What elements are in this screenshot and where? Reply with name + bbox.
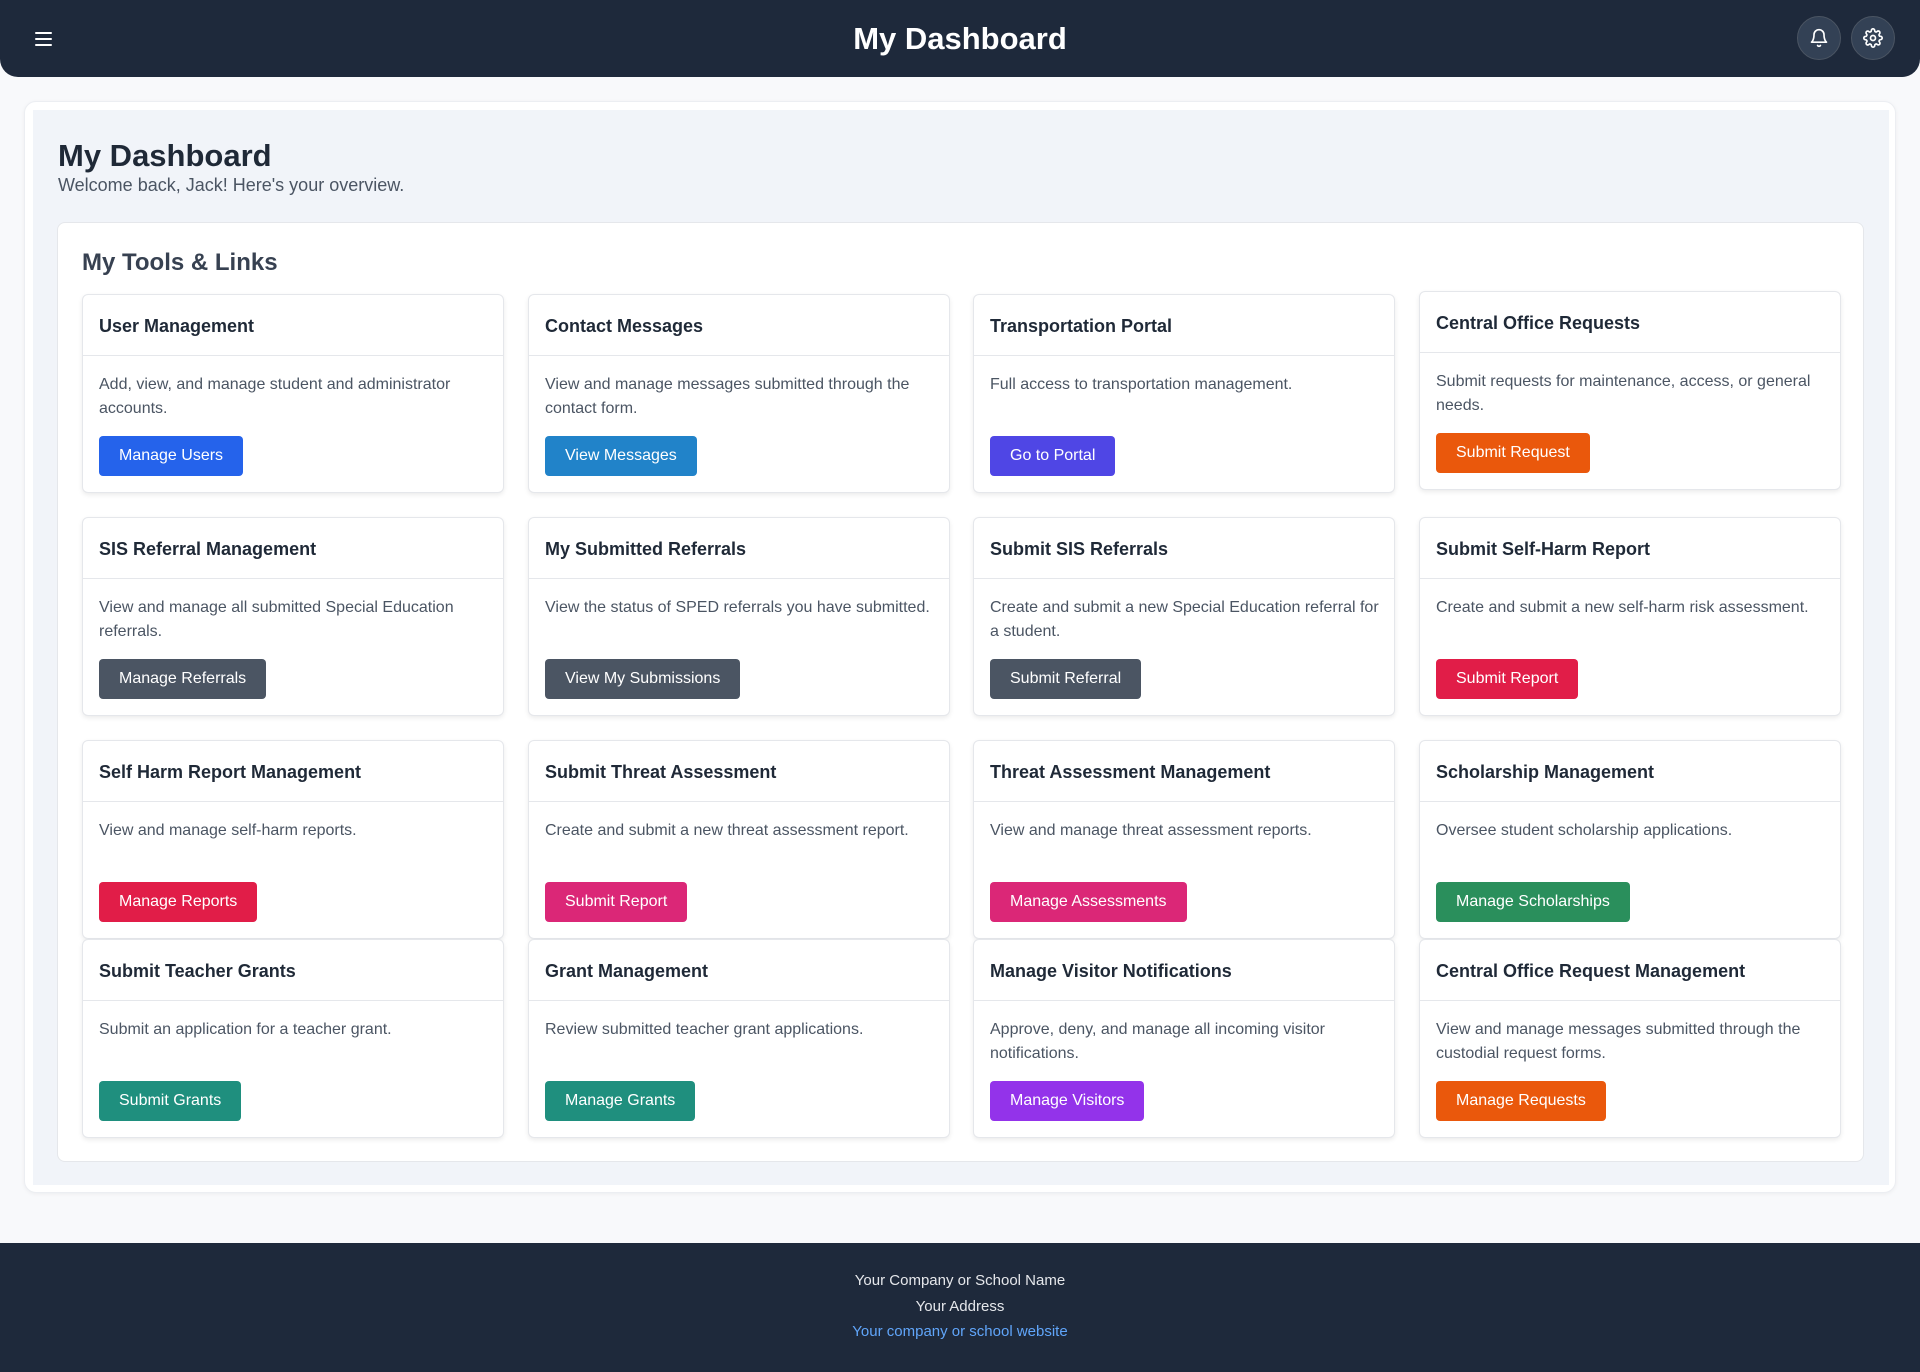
tool-card-action-button[interactable]: Manage Requests [1436,1081,1606,1121]
tool-card-title: Manage Visitor Notifications [974,940,1394,1001]
tool-card-description: Review submitted teacher grant applicati… [545,1021,864,1038]
tool-card-title: Scholarship Management [1420,741,1840,802]
tool-card-description: View and manage messages submitted throu… [545,376,910,417]
tool-card: User Management Add, view, and manage stu… [82,294,504,493]
tool-card: Central Office Request Management View an… [1419,939,1841,1138]
settings-button[interactable] [1851,16,1895,60]
tool-card-action-button[interactable]: Manage Users [99,436,244,476]
tool-card: Self Harm Report Management View and mana… [82,740,504,939]
tool-card-description: View the status of SPED referrals you ha… [545,599,930,616]
tool-card-action-button[interactable]: Submit Request [1436,433,1590,473]
tool-card-action-button[interactable]: Manage Scholarships [1436,882,1630,922]
tool-card-title: Central Office Request Management [1420,940,1840,1001]
tool-card-description: View and manage messages submitted throu… [1436,1021,1801,1062]
tool-card-action-button[interactable]: Go to Portal [990,436,1116,476]
tool-card-description: Create and submit a new Special Educatio… [990,599,1379,640]
tool-card-action-button[interactable]: View My Submissions [545,659,741,699]
notifications-button[interactable] [1797,16,1841,60]
tool-card-title: Contact Messages [529,295,949,356]
tools-heading: My Tools & Links [82,249,278,276]
tool-card-action-button[interactable]: Manage Assessments [990,882,1187,922]
tool-card-title: Submit Teacher Grants [83,940,503,1001]
tool-card-action-button[interactable]: Manage Grants [545,1081,696,1121]
gear-icon [1863,28,1883,48]
tool-card-action-button[interactable]: Submit Grants [99,1081,242,1121]
tool-card: Threat Assessment Management View and man… [973,740,1395,939]
tool-card-action-button[interactable]: Manage Visitors [990,1081,1145,1121]
tool-card-title: SIS Referral Management [83,518,503,579]
tool-card-description: Approve, deny, and manage all incoming v… [990,1021,1325,1062]
main-container: My Dashboard Welcome back, Jack! Here's … [24,101,1896,1193]
tool-card-title: Self Harm Report Management [83,741,503,802]
tool-card: Scholarship Management Oversee student sc… [1419,740,1841,939]
tool-card: Submit Teacher Grants Submit an applicati… [82,939,504,1138]
tool-card-description: Create and submit a new self-harm risk a… [1436,599,1809,616]
tool-card-title: Submit Threat Assessment [529,741,949,802]
tools-section: My Tools & Links User Management Add, vie… [57,222,1864,1162]
tool-card-description: Create and submit a new threat assessmen… [545,822,909,839]
app-title: My Dashboard [853,21,1067,56]
tool-card-title: Submit SIS Referrals [974,518,1394,579]
tool-card-title: Grant Management [529,940,949,1001]
bell-icon [1810,28,1828,48]
tool-card: Grant Management Review submitted teacher… [528,939,950,1138]
tool-card-description: Submit requests for maintenance, access,… [1436,373,1811,414]
dashboard-panel: My Dashboard Welcome back, Jack! Here's … [33,110,1889,1185]
tool-card-action-button[interactable]: Submit Report [545,882,688,922]
welcome-message: Welcome back, Jack! Here's your overview… [58,175,405,195]
tool-card-description: View and manage threat assessment report… [990,822,1312,839]
tool-card-description: View and manage self-harm reports. [99,822,357,839]
tool-card: Contact Messages View and manage messages… [528,294,950,493]
page-title: My Dashboard [58,138,272,173]
top-navigation-bar: My Dashboard [0,0,1920,77]
tool-card-action-button[interactable]: Manage Referrals [99,659,267,699]
tool-card: Central Office Requests Submit requests f… [1419,291,1841,490]
tool-card-title: Threat Assessment Management [974,741,1394,802]
tool-card: Transportation Portal Full access to tran… [973,294,1395,493]
tool-card: SIS Referral Management View and manage a… [82,517,504,716]
tool-card-description: Full access to transportation management… [990,376,1293,393]
tool-card: Submit SIS Referrals Create and submit a … [973,517,1395,716]
tool-card-title: User Management [83,295,503,356]
tool-card-description: Add, view, and manage student and admini… [99,376,451,417]
tool-card-description: View and manage all submitted Special Ed… [99,599,454,640]
footer: Your Company or School Name Your Address… [0,1243,1920,1372]
tool-card-description: Submit an application for a teacher gran… [99,1021,392,1038]
footer-address: Your Address [915,1298,1005,1315]
tool-card-title: Submit Self-Harm Report [1420,518,1840,579]
tool-card-action-button[interactable]: Manage Reports [99,882,258,922]
tool-card-action-button[interactable]: Submit Referral [990,659,1142,699]
tool-card: Submit Self-Harm Report Create and submit… [1419,517,1841,716]
tool-card: Manage Visitor Notifications Approve, den… [973,939,1395,1138]
tool-card: Submit Threat Assessment Create and submi… [528,740,950,939]
tool-card-action-button[interactable]: Submit Report [1436,659,1579,699]
footer-company-name: Your Company or School Name [854,1272,1066,1289]
tool-card-title: Transportation Portal [974,295,1394,356]
tool-card: My Submitted Referrals View the status of… [528,517,950,716]
tool-card-action-button[interactable]: View Messages [545,436,697,476]
tool-card-description: Oversee student scholarship applications… [1436,822,1733,839]
tool-card-title: Central Office Requests [1420,292,1840,353]
tool-card-title: My Submitted Referrals [529,518,949,579]
footer-website-link[interactable]: Your company or school website [0,1322,1920,1342]
tools-grid: User Management Add, view, and manage stu… [82,291,1842,1144]
